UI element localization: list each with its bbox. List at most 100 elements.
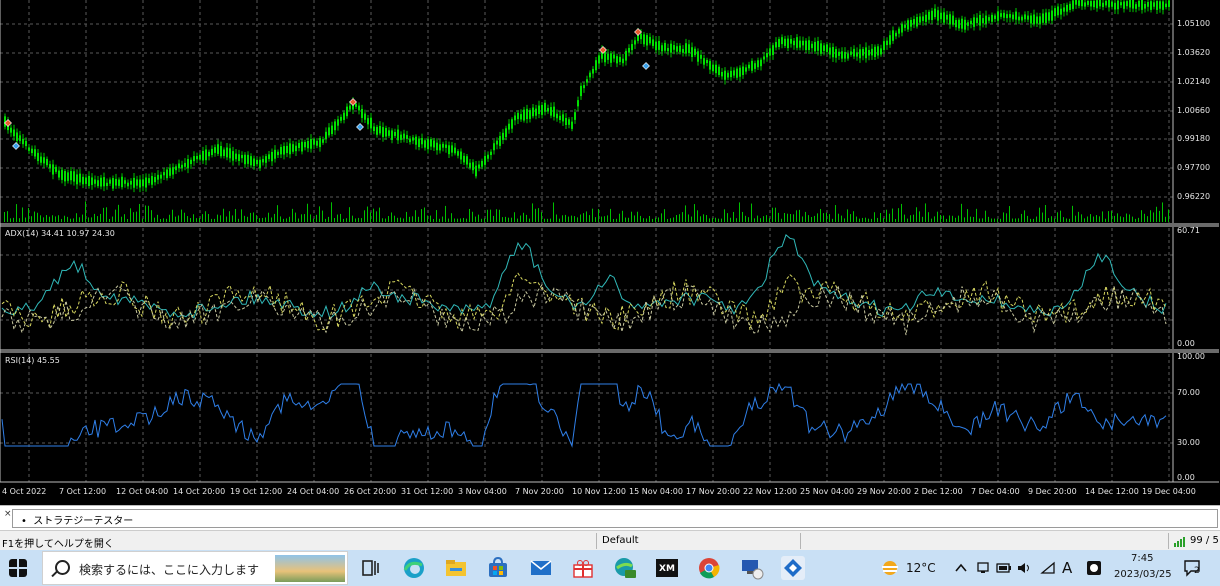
candle	[406, 135, 408, 139]
candle	[220, 146, 222, 157]
candle	[697, 51, 699, 62]
candle	[679, 45, 681, 52]
volume-bar	[883, 217, 884, 222]
volume-bar	[610, 208, 611, 222]
candle	[49, 164, 51, 169]
volume-bar	[166, 218, 167, 222]
volume-bar	[343, 218, 344, 222]
network-tray-icon[interactable]	[976, 561, 990, 575]
candle	[664, 42, 666, 51]
volume-bar	[19, 218, 20, 222]
candle	[1054, 8, 1056, 17]
volume-bar	[52, 215, 53, 222]
candle	[121, 176, 123, 188]
volume-bar	[1096, 215, 1097, 222]
candle	[22, 138, 24, 145]
time-tick-label: 9 Dec 20:00	[1028, 487, 1077, 496]
tab-strategy-tester[interactable]: • ストラテジーテスター	[21, 512, 133, 527]
volume-bar	[277, 205, 278, 222]
volume-bar	[802, 216, 803, 222]
candle	[97, 180, 99, 187]
remote-desktop-icon[interactable]	[740, 556, 764, 580]
candle	[235, 153, 237, 160]
ime-indicator[interactable]: A	[1062, 559, 1072, 577]
volume-bar	[448, 218, 449, 222]
volume-bar	[235, 208, 236, 222]
candle	[610, 53, 612, 63]
app-tray-icon[interactable]	[1086, 560, 1102, 576]
volume-bar	[499, 209, 500, 222]
volume-bar	[706, 215, 707, 222]
candle	[652, 39, 654, 46]
candle	[703, 58, 705, 65]
task-view-icon[interactable]	[358, 556, 382, 580]
weather-icon[interactable]	[878, 556, 902, 580]
volume-icon[interactable]	[1016, 561, 1032, 575]
volume-bar	[775, 207, 776, 222]
chevron-up-icon[interactable]	[954, 562, 968, 574]
volume-bar	[70, 218, 71, 222]
candle	[100, 177, 102, 187]
volume-bar	[793, 214, 794, 222]
volume-bar	[571, 215, 572, 222]
close-icon[interactable]: ×	[4, 509, 12, 519]
time-tick-label: 12 Oct 04:00	[116, 487, 169, 496]
chrome-icon[interactable]	[697, 556, 721, 580]
candle	[1108, 0, 1110, 8]
candle	[853, 48, 855, 57]
jv-browser-icon[interactable]	[613, 556, 637, 580]
volume-bar	[355, 218, 356, 222]
taskbar-search[interactable]: 検索するには、ここに入力します	[42, 551, 348, 585]
volume-bar	[487, 209, 488, 222]
edge-browser-icon[interactable]	[402, 556, 426, 580]
volume-bar	[340, 213, 341, 222]
volume-bar	[580, 214, 581, 222]
metatrader-icon[interactable]	[781, 556, 805, 580]
windows-start-icon[interactable]	[9, 559, 27, 577]
wifi-icon[interactable]	[1040, 561, 1056, 575]
volume-bar	[241, 209, 242, 222]
file-explorer-icon[interactable]	[444, 556, 468, 580]
temperature[interactable]: 12°C	[906, 561, 936, 575]
candle	[427, 139, 429, 150]
candle	[850, 51, 852, 55]
volume-bar	[352, 215, 353, 222]
candle	[934, 8, 936, 18]
volume-bar	[703, 214, 704, 222]
candle	[1114, 2, 1116, 10]
notification-icon[interactable]	[1183, 559, 1203, 577]
candle	[454, 147, 456, 154]
candle	[1162, 1, 1164, 10]
candle	[181, 164, 183, 169]
mail-icon[interactable]	[529, 556, 553, 580]
battery-icon[interactable]	[996, 562, 1012, 574]
candle	[721, 71, 723, 77]
profile-name[interactable]: Default	[602, 535, 639, 546]
volume-bar	[973, 216, 974, 222]
volume-bar	[682, 212, 683, 222]
volume-bar	[232, 215, 233, 222]
volume-bar	[406, 211, 407, 222]
candle	[391, 130, 393, 140]
volume-bar	[1120, 216, 1121, 222]
candle	[217, 144, 219, 154]
volume-bar	[751, 203, 752, 222]
volume-bar	[625, 217, 626, 222]
candle	[988, 17, 990, 21]
volume-bar	[745, 215, 746, 222]
candle	[139, 179, 141, 188]
gift-icon[interactable]	[571, 556, 595, 580]
candle	[829, 47, 831, 55]
chart-canvas[interactable]	[0, 0, 1220, 505]
candle	[328, 127, 330, 136]
clock-date[interactable]: 2023/03/25	[1114, 569, 1172, 580]
volume-bar	[433, 218, 434, 222]
clock-time[interactable]: 7:45	[1131, 553, 1153, 564]
volume-bar	[757, 215, 758, 222]
xm-trading-icon[interactable]: XM	[655, 556, 679, 580]
volume-bar	[376, 211, 377, 222]
volume-bar	[250, 212, 251, 222]
volume-bar	[388, 216, 389, 222]
store-icon[interactable]	[486, 556, 510, 580]
search-input[interactable]: 検索するには、ここに入力します	[79, 561, 259, 578]
